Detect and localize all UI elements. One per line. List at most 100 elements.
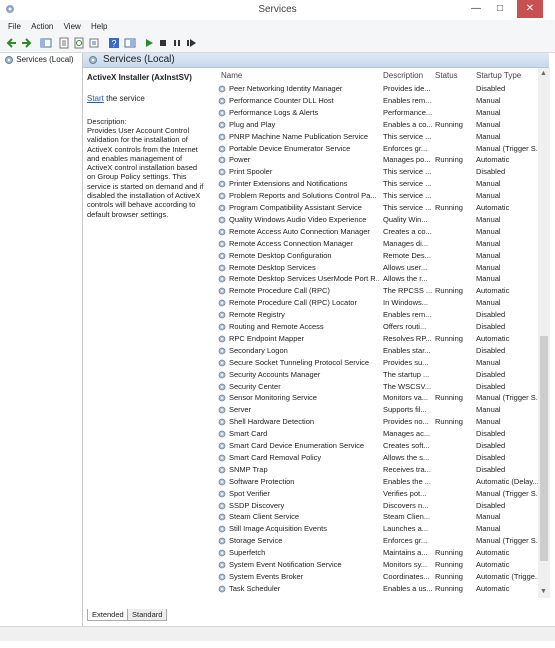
service-name: Steam Client Service (229, 512, 300, 522)
service-status: Running (435, 333, 463, 343)
service-row[interactable]: RPC Endpoint Mapper Resolves RP... Running… (213, 333, 549, 345)
service-row[interactable]: Peer Networking Identity Manager Provides… (213, 83, 549, 95)
maximize-button[interactable]: □ (490, 0, 510, 18)
service-row[interactable]: Print Spooler This service ... Disabled (213, 166, 549, 178)
service-gear-icon (218, 109, 226, 117)
back-icon[interactable] (6, 37, 18, 49)
service-row[interactable]: Quality Windows Audio Video Experience Qu… (213, 214, 549, 226)
service-row[interactable]: Security Accounts Manager The startup ...… (213, 369, 549, 381)
service-gear-icon (218, 275, 226, 283)
service-row[interactable]: Security Center The WSCSV... Disabled (213, 381, 549, 393)
service-row[interactable]: Steam Client Service Steam Clien... Manual (213, 511, 549, 523)
service-row[interactable]: System Event Notification Service Monitor… (213, 559, 549, 571)
service-row[interactable]: Remote Procedure Call (RPC) Locator In Wi… (213, 297, 549, 309)
menu-action[interactable]: Action (31, 20, 53, 34)
tab-standard[interactable]: Standard (127, 609, 168, 621)
service-name: PNRP Machine Name Publication Service (229, 131, 369, 141)
tree-item-services-local[interactable]: Services (Local) (4, 55, 74, 65)
service-row[interactable]: Remote Access Connection Manager Manages … (213, 238, 549, 250)
service-row[interactable]: Routing and Remote Access Offers routi...… (213, 321, 549, 333)
console-icon[interactable] (124, 37, 136, 49)
service-description: Quality Win... (383, 214, 428, 224)
service-row[interactable]: Secure Socket Tunneling Protocol Service… (213, 357, 549, 369)
service-row[interactable]: Plug and Play Enables a co... Running Manua… (213, 119, 549, 131)
service-status: Running (435, 583, 463, 593)
service-row[interactable]: Remote Desktop Configuration Remote Des..… (213, 250, 549, 262)
service-row[interactable]: Server Supports fil... Manual (213, 404, 549, 416)
service-name: Remote Procedure Call (RPC) (229, 286, 330, 296)
service-gear-icon (218, 264, 226, 271)
service-row[interactable]: Shell Hardware Detection Provides no... Ru… (213, 416, 549, 428)
help-icon[interactable]: ? (108, 37, 120, 49)
minimize-button[interactable]: — (466, 0, 486, 18)
start-service-icon[interactable] (143, 37, 155, 49)
menu-file[interactable]: File (8, 20, 21, 34)
service-row[interactable]: Task Scheduler Enables a us... Running Auto… (213, 583, 549, 595)
service-row[interactable]: Smart Card Device Enumeration Service Cre… (213, 440, 549, 452)
service-row[interactable]: SNMP Trap Receives tra... Disabled (213, 464, 549, 476)
service-row[interactable]: Smart Card Removal Policy Allows the s...… (213, 452, 549, 464)
service-row[interactable]: Performance Counter DLL Host Enables rem.… (213, 95, 549, 107)
close-button[interactable]: ✕ (517, 0, 543, 18)
service-row[interactable]: Remote Access Auto Connection Manager Cre… (213, 226, 549, 238)
service-row[interactable]: System Events Broker Coordinates... Runnin… (213, 571, 549, 583)
service-description: The WSCSV... (383, 381, 432, 391)
refresh-icon[interactable] (73, 37, 85, 49)
service-row[interactable]: Still Image Acquisition Events Launches a… (213, 523, 549, 535)
service-row[interactable]: Remote Registry Enables rem... Disabled (213, 309, 549, 321)
start-service-link[interactable]: Start (87, 94, 104, 103)
service-gear-icon (218, 97, 226, 105)
column-status[interactable]: Status (435, 71, 458, 80)
service-row[interactable]: Portable Device Enumerator Service Enforc… (213, 143, 549, 155)
restart-service-icon[interactable] (185, 37, 197, 49)
service-row[interactable]: Spot Verifier Verifies pot... Manual (Trig… (213, 488, 549, 500)
service-description: Provides ide... (383, 84, 431, 93)
service-row[interactable]: Storage Service Enforces gr... Manual (Tri… (213, 535, 549, 547)
service-row[interactable]: Problem Reports and Solutions Control Pa… (213, 190, 549, 202)
scroll-down-icon[interactable]: ▼ (540, 588, 547, 595)
service-name: SSDP Discovery (229, 500, 285, 510)
service-row[interactable]: Smart Card Manages ac... Disabled (213, 428, 549, 440)
tab-extended[interactable]: Extended (87, 609, 129, 621)
column-description[interactable]: Description (383, 71, 423, 80)
service-row[interactable]: Printer Extensions and Notifications This… (213, 178, 549, 190)
service-name: Smart Card Device Enumeration Service (229, 441, 365, 450)
scroll-thumb[interactable] (540, 336, 548, 561)
menu-help[interactable]: Help (91, 20, 107, 34)
column-name[interactable]: Name (221, 71, 242, 80)
service-description: Discovers n... (383, 500, 429, 510)
service-row[interactable]: Performance Logs & Alerts Performance... M… (213, 107, 549, 119)
service-name: SNMP Trap (229, 464, 268, 474)
service-row[interactable]: Remote Desktop Services Allows user... Man… (213, 262, 549, 274)
service-description: Manages di... (383, 238, 429, 248)
start-suffix: the service (103, 94, 145, 103)
service-row[interactable]: Program Compatibility Assistant Service T… (213, 202, 549, 214)
menu-view[interactable]: View (64, 20, 81, 34)
pause-service-icon[interactable] (171, 37, 183, 49)
properties-icon[interactable] (58, 37, 70, 49)
service-name: Remote Desktop Services (229, 262, 316, 272)
service-row[interactable]: Sensor Monitoring Service Monitors va... R… (213, 392, 549, 404)
service-description: Maintains a... (383, 548, 428, 558)
service-description: Enables the ... (383, 476, 431, 486)
vertical-scrollbar[interactable]: ▲ ▼ (538, 68, 550, 598)
services-panel: Services (Local) ActiveX Installer (AxIn… (83, 53, 555, 640)
service-row[interactable]: Power Manages po... Running Automatic (213, 154, 549, 166)
service-description: Verifies pot... (383, 488, 427, 498)
forward-icon[interactable] (20, 37, 32, 49)
service-row[interactable]: Superfetch Maintains a... Running Automatic (213, 547, 549, 559)
service-row[interactable]: Secondary Logon Enables star... Disabled (213, 345, 549, 357)
scroll-up-icon[interactable]: ▲ (540, 70, 547, 77)
service-row[interactable]: Remote Desktop Services UserMode Port R.… (213, 273, 549, 285)
stop-service-icon[interactable] (157, 37, 169, 49)
show-tree-icon[interactable] (40, 37, 52, 49)
service-row[interactable]: PNRP Machine Name Publication Service Thi… (213, 131, 549, 143)
column-startup-type[interactable]: Startup Type (476, 71, 521, 80)
selected-service-name: ActiveX Installer (AxInstSV) (87, 73, 192, 82)
service-gear-icon (218, 252, 226, 259)
service-row[interactable]: Software Protection Enables the ... Automa… (213, 476, 549, 488)
service-description: Enables a us... (383, 583, 433, 593)
service-row[interactable]: Remote Procedure Call (RPC) The RPCSS ...… (213, 285, 549, 297)
export-list-icon[interactable] (88, 37, 100, 49)
service-row[interactable]: SSDP Discovery Discovers n... Disabled (213, 500, 549, 512)
